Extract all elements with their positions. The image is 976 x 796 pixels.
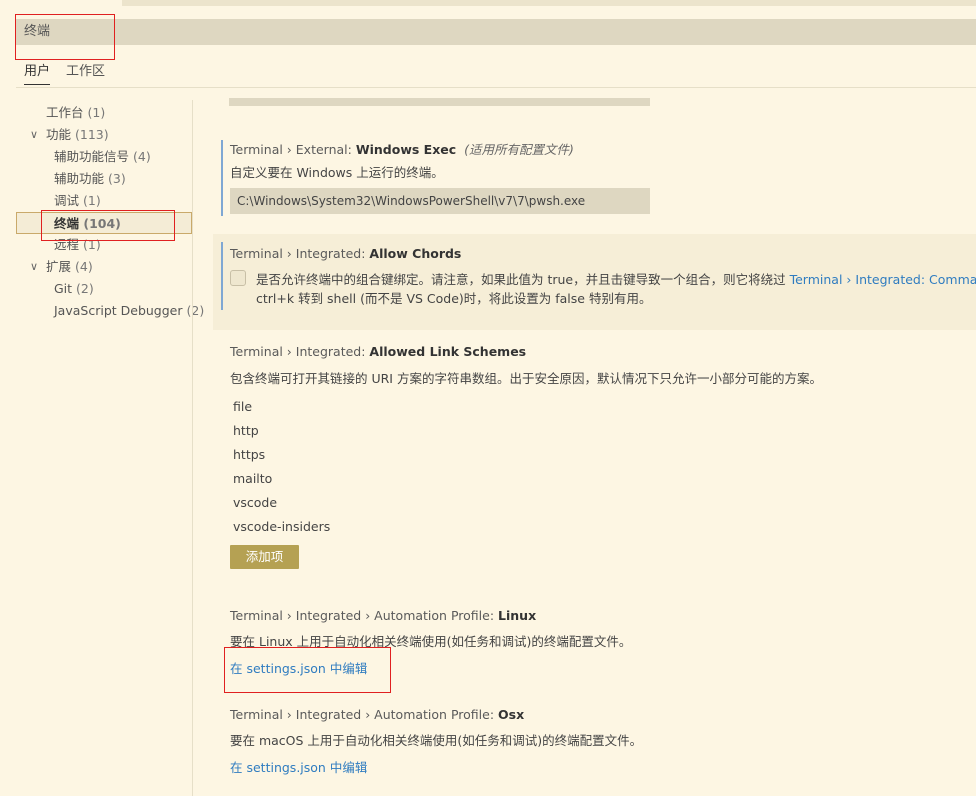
list-item[interactable]: https (233, 447, 265, 462)
setting-name: Windows Exec (355, 142, 457, 157)
list-item[interactable]: file (233, 399, 252, 414)
toc-count: (3) (108, 171, 126, 186)
modified-indicator (221, 242, 223, 310)
toc-count: (104) (83, 216, 121, 231)
setting-category: Terminal › External: (230, 142, 356, 157)
setting-allow-chords: Terminal › Integrated: Allow Chords 是否允许… (213, 234, 976, 330)
toc-item-features[interactable]: ∨ 功能 (113) (0, 124, 192, 146)
search-input-value: 终端 (24, 24, 51, 39)
toc-item-accessibility[interactable]: 辅助功能 (3) (0, 168, 192, 190)
setting-windows-exec: Terminal › External: Windows Exec (适用所有配… (213, 134, 976, 220)
toc-count: (113) (75, 127, 109, 142)
setting-description: 自定义要在 Windows 上运行的终端。 (230, 165, 444, 180)
toc-count: (1) (87, 105, 106, 120)
editor-tab-strip (0, 0, 976, 6)
setting-description: 是否允许终端中的组合键绑定。请注意，如果此值为 true，并且击键导致一个组合，… (256, 269, 976, 288)
setting-automation-profile-osx: Terminal › Integrated › Automation Profi… (213, 701, 976, 791)
setting-title: Terminal › External: Windows Exec (适用所有配… (230, 139, 574, 158)
list-item[interactable]: vscode-insiders (233, 519, 330, 534)
setting-title: Terminal › Integrated: Allow Chords (230, 246, 461, 261)
setting-category: Terminal › Integrated › Automation Profi… (230, 608, 499, 623)
setting-title: Terminal › Integrated › Automation Profi… (230, 707, 524, 722)
toc-item-terminal[interactable]: 终端 (104) (16, 212, 192, 234)
toc-item-workbench[interactable]: 工作台 (1) (0, 102, 192, 124)
toc-item-extensions[interactable]: ∨ 扩展 (4) (0, 256, 192, 278)
toc-label: Git (54, 281, 73, 296)
toc-count: (4) (133, 149, 151, 164)
toc-item-javascript-debugger[interactable]: JavaScript Debugger (2) (0, 300, 204, 322)
setting-description-line2: ctrl+k 转到 shell (而不是 VS Code)时，将此设置为 fal… (256, 291, 652, 306)
settings-list: Terminal › External: Windows Exec (适用所有配… (193, 88, 976, 796)
scope-note: (适用所有配置文件) (464, 142, 574, 157)
toc-count: (4) (75, 259, 93, 274)
tab-workspace[interactable]: 工作区 (66, 63, 105, 81)
setting-name: Allow Chords (369, 246, 462, 261)
toc-label: 辅助功能信号 (54, 149, 130, 164)
toc-label: 终端 (54, 216, 80, 231)
setting-name: Allowed Link Schemes (369, 344, 527, 359)
list-item[interactable]: vscode (233, 495, 277, 510)
previous-setting-input[interactable] (229, 98, 650, 106)
list-item[interactable]: mailto (233, 471, 272, 486)
add-item-button[interactable]: 添加项 (230, 545, 299, 569)
toc-label: JavaScript Debugger (54, 303, 183, 318)
settings-editor-tab[interactable] (0, 0, 122, 6)
chevron-down-icon[interactable]: ∨ (30, 256, 38, 278)
toc-item-git[interactable]: Git (2) (0, 278, 192, 300)
toc-label: 功能 (46, 127, 72, 142)
setting-name: Osx (498, 707, 525, 722)
setting-title: Terminal › Integrated › Automation Profi… (230, 608, 536, 623)
setting-link[interactable]: Terminal › Integrated: Comma (790, 272, 976, 287)
settings-search-input[interactable]: 终端 (16, 19, 976, 45)
setting-description: 包含终端可打开其链接的 URI 方案的字符串数组。出于安全原因，默认情况下只允许… (230, 371, 822, 386)
allow-chords-checkbox[interactable] (230, 270, 246, 286)
toc-label: 扩展 (46, 259, 72, 274)
settings-toc-tree: 工作台 (1) ∨ 功能 (113) 辅助功能信号 (4) 辅助功能 (3) 调… (0, 100, 204, 796)
setting-category: Terminal › Integrated: (230, 246, 370, 261)
toc-count: (1) (83, 237, 101, 252)
setting-name: Linux (498, 608, 537, 623)
edit-in-settings-json-link[interactable]: 在 settings.json 中编辑 (230, 757, 367, 776)
setting-category: Terminal › Integrated: (230, 344, 370, 359)
setting-allowed-link-schemes: Terminal › Integrated: Allowed Link Sche… (213, 338, 976, 578)
toc-label: 工作台 (46, 105, 84, 120)
setting-description: 要在 macOS 上用于自动化相关终端使用(如任务和调试)的终端配置文件。 (230, 733, 643, 748)
setting-automation-profile-linux: Terminal › Integrated › Automation Profi… (213, 602, 976, 692)
setting-title: Terminal › Integrated: Allowed Link Sche… (230, 344, 526, 359)
list-item[interactable]: http (233, 423, 259, 438)
setting-category: Terminal › Integrated › Automation Profi… (230, 707, 499, 722)
setting-description: 要在 Linux 上用于自动化相关终端使用(如任务和调试)的终端配置文件。 (230, 634, 632, 649)
windows-exec-input[interactable]: C:\Windows\System32\WindowsPowerShell\v7… (230, 188, 650, 214)
modified-indicator (221, 140, 223, 216)
toc-label: 调试 (54, 193, 80, 208)
tab-user[interactable]: 用户 (24, 63, 51, 85)
description-text: 是否允许终端中的组合键绑定。请注意，如果此值为 true，并且击键导致一个组合，… (256, 272, 790, 287)
chevron-down-icon[interactable]: ∨ (30, 124, 38, 146)
toc-item-remote[interactable]: 远程 (1) (0, 234, 192, 256)
toc-label: 远程 (54, 237, 80, 252)
toc-count: (1) (83, 193, 101, 208)
toc-item-accessibility-signals[interactable]: 辅助功能信号 (4) (0, 146, 192, 168)
toc-count: (2) (76, 281, 94, 296)
toc-label: 辅助功能 (54, 171, 105, 186)
edit-in-settings-json-link[interactable]: 在 settings.json 中编辑 (230, 658, 367, 677)
toc-item-debug[interactable]: 调试 (1) (0, 190, 192, 212)
